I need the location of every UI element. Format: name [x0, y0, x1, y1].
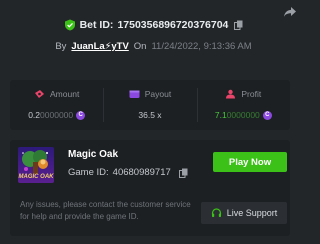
- game-thumbnail-title: MAGIC OAK: [18, 174, 54, 180]
- stat-profit-value: 7.1: [214, 110, 227, 120]
- stat-amount-value: 0.2: [28, 110, 41, 120]
- stat-profit: Profit 7.10000000 C: [196, 80, 290, 130]
- bet-id-line: Bet ID: 1750356896720376704: [0, 19, 307, 31]
- headset-icon: [211, 207, 221, 217]
- stat-amount-label: Amount: [50, 89, 80, 99]
- bet-stats-panel: Amount 0.20000000 C Payout 36.5 x Profit: [10, 80, 290, 130]
- play-now-button[interactable]: Play Now: [213, 152, 287, 172]
- shield-check-icon: [64, 19, 75, 31]
- game-id-line: Game ID: 40680989717: [68, 167, 188, 178]
- game-id-value: 40680989717: [112, 167, 171, 178]
- game-id-label: Game ID:: [68, 167, 109, 178]
- stat-amount-decimals: 0000000: [40, 110, 74, 120]
- bet-date: 11/24/2022, 9:13:36 AM: [151, 41, 252, 52]
- stat-profit-label: Profit: [241, 89, 262, 99]
- by-label: By: [55, 41, 67, 52]
- game-thumbnail[interactable]: MAGIC OAK: [18, 147, 54, 183]
- on-label: On: [133, 41, 147, 52]
- live-support-label: Live Support: [226, 208, 278, 218]
- copy-icon[interactable]: [234, 20, 243, 30]
- support-note: Any issues, please contact the customer …: [20, 200, 191, 221]
- coin-icon: C: [76, 110, 86, 120]
- profit-icon: [226, 89, 236, 99]
- stat-payout-label: Payout: [144, 89, 172, 99]
- bet-id-label: Bet ID:: [79, 19, 114, 31]
- stat-payout: Payout 36.5 x: [103, 80, 196, 130]
- game-name: Magic Oak: [68, 149, 119, 160]
- bet-byline: By JuanLa⚡yTV On 11/24/2022, 9:13:36 AM: [0, 41, 307, 52]
- user-name-link[interactable]: JuanLa⚡yTV: [71, 41, 128, 52]
- wallet-icon: [129, 90, 140, 98]
- stat-amount: Amount 0.20000000 C: [10, 80, 103, 130]
- bet-id-value: 1750356896720376704: [117, 19, 229, 31]
- copy-icon[interactable]: [178, 168, 188, 178]
- stat-payout-value: 36.5 x: [138, 110, 162, 120]
- live-support-button[interactable]: Live Support: [201, 202, 287, 224]
- coin-icon: C: [262, 110, 272, 120]
- money-icon: [35, 90, 45, 98]
- share-icon[interactable]: [283, 6, 297, 18]
- stat-profit-decimals: 0000000: [226, 110, 260, 120]
- game-card: MAGIC OAK Magic Oak Game ID: 40680989717…: [10, 140, 290, 236]
